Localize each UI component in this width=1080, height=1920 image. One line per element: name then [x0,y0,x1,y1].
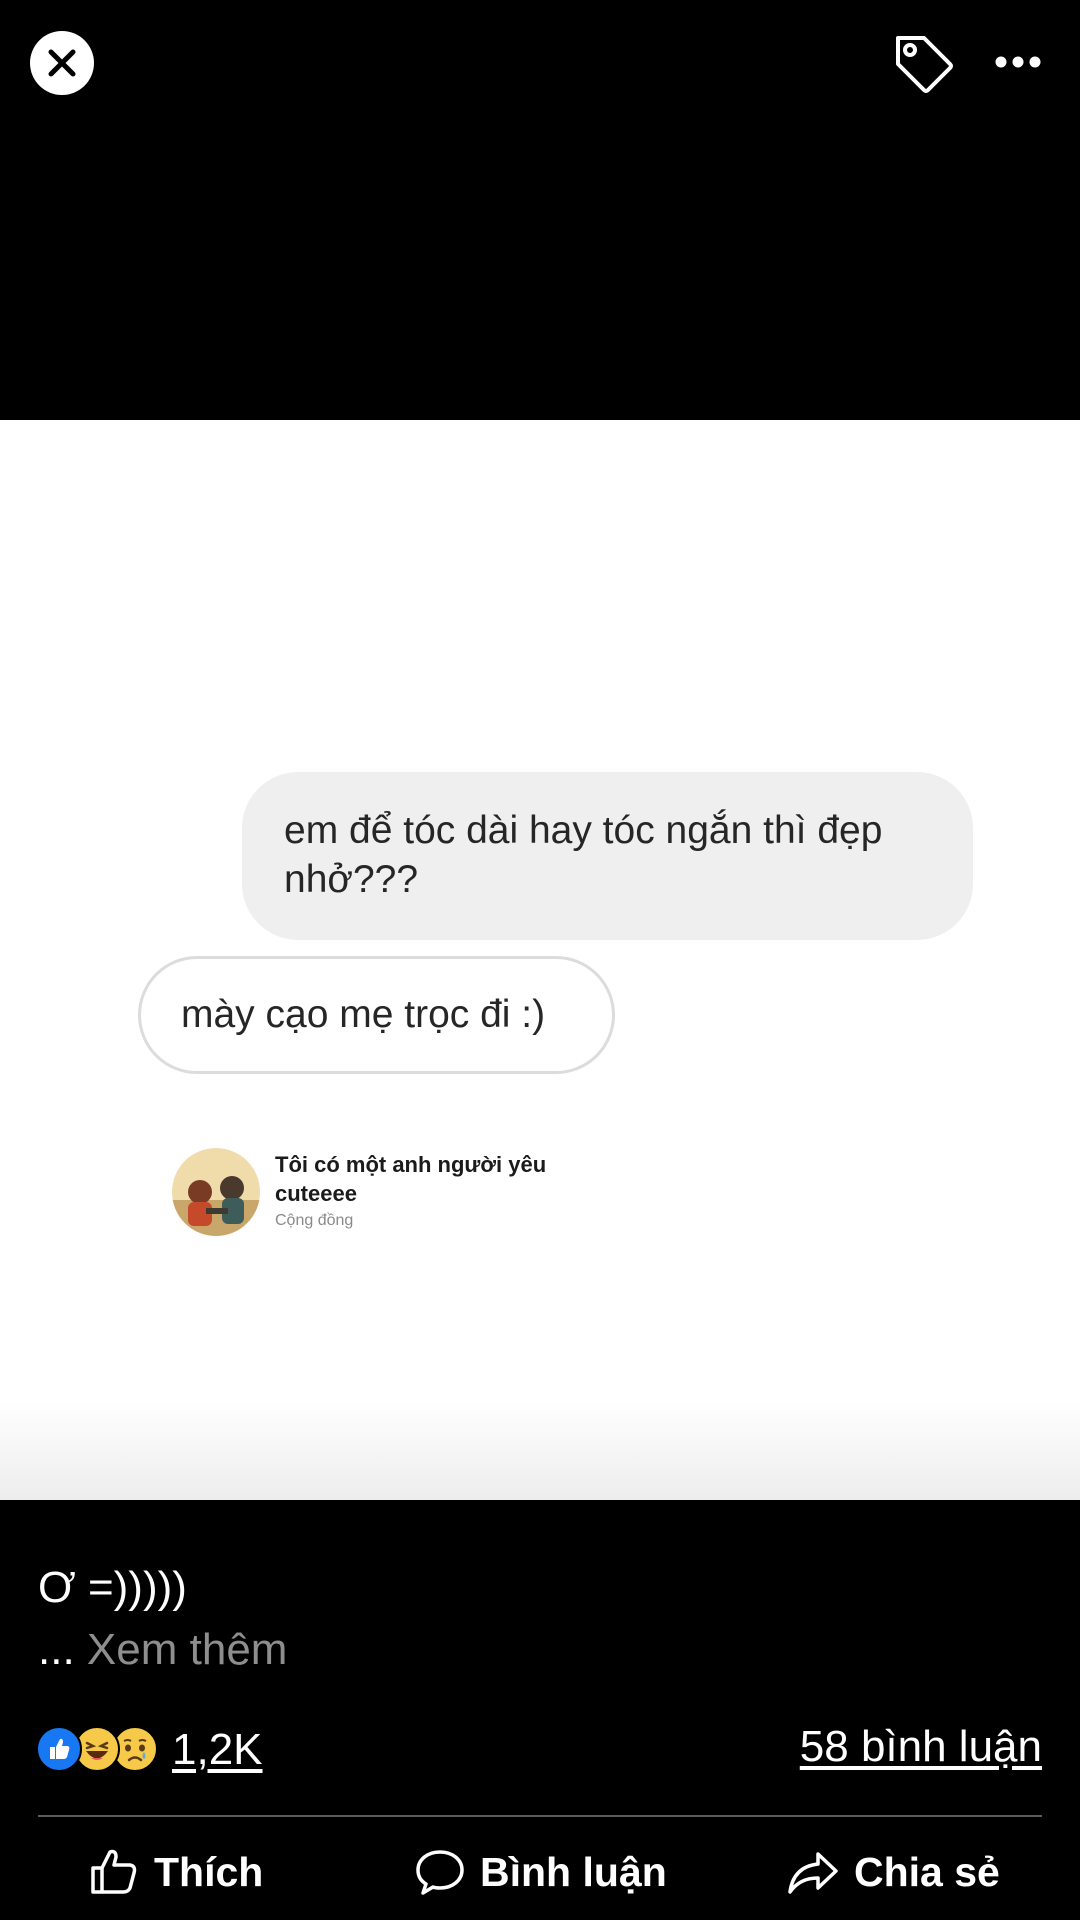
group-avatar [172,1148,260,1236]
share-label: Chia sẻ [854,1848,1000,1895]
close-icon [48,49,76,77]
reaction-count: 1,2K [172,1725,263,1774]
see-more-link[interactable]: ... Xem thêm [38,1625,287,1675]
reactions-summary[interactable]: 1,2K [36,1725,263,1775]
group-card: Tôi có một anh người yêu cuteeee Cộng đồ… [172,1148,592,1248]
like-label: Thích [154,1848,264,1895]
post-photo[interactable]: em để tóc dài hay tóc ngắn thì đẹp nhở??… [0,420,1080,1500]
comment-label: Bình luận [480,1848,667,1895]
sent-message-text: em để tóc dài hay tóc ngắn thì đẹp nhở??… [284,809,883,901]
thumbs-up-icon [91,1849,137,1894]
comments-count-link[interactable]: 58 bình luận [800,1722,1042,1772]
share-arrow-icon [788,1852,838,1894]
tag-icon [896,36,953,93]
received-message-text: mày cạo mẹ trọc đi :) [181,993,546,1036]
comment-button[interactable]: Bình luận [414,1840,667,1904]
top-bar [0,0,1080,130]
more-options-button[interactable] [988,40,1048,84]
like-button[interactable]: Thích [88,1840,263,1904]
photo-bottom-fade [0,1400,1080,1500]
received-message-bubble: mày cạo mẹ trọc đi :) [138,956,615,1074]
share-button[interactable]: Chia sẻ [786,1840,1000,1904]
more-horizontal-icon [995,56,1041,68]
close-button[interactable] [30,31,94,95]
sent-message-bubble: em để tóc dài hay tóc ngắn thì đẹp nhở??… [242,772,973,940]
see-more-dots: ... [38,1625,75,1674]
comment-bubble-icon [416,1850,464,1895]
group-name: Tôi có một anh người yêu cuteeee [275,1152,547,1206]
tag-button[interactable] [888,30,958,96]
see-more-label: Xem thêm [86,1625,288,1674]
group-category: Cộng đồng [275,1212,354,1229]
post-caption: Ơ =))))) [38,1563,187,1612]
reaction-icons [36,1726,164,1774]
divider [38,1815,1042,1817]
photo-viewer-screen: em để tóc dài hay tóc ngắn thì đẹp nhở??… [0,0,1080,1920]
like-reaction-icon [36,1726,82,1772]
